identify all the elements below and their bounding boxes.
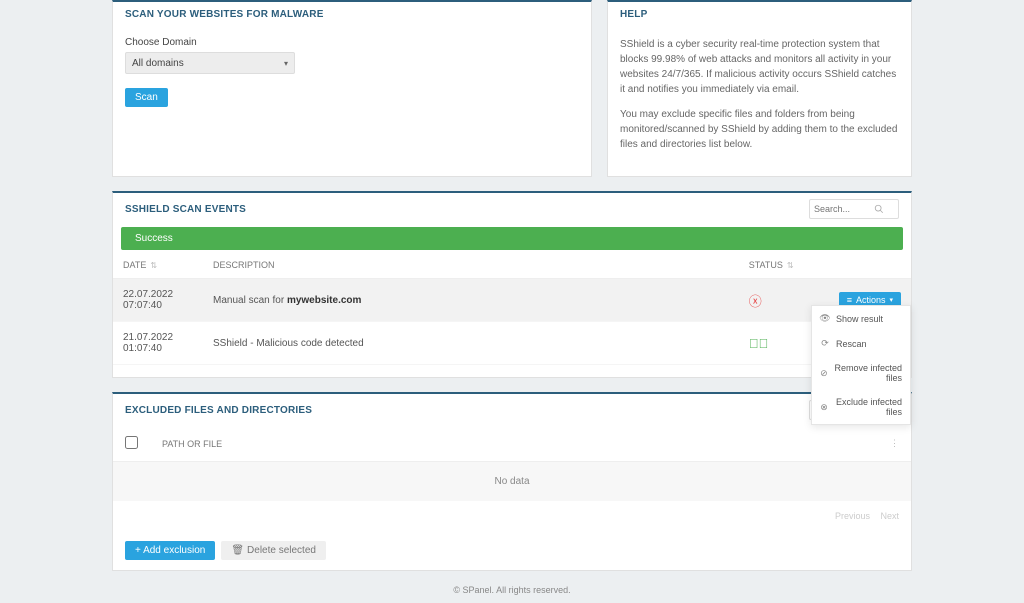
col-status[interactable]: STATUS (749, 260, 783, 270)
col-date[interactable]: DATE (123, 260, 146, 270)
eye-icon: 👁 (820, 313, 830, 324)
events-search[interactable] (809, 199, 899, 219)
trash-icon: 🗑 (231, 545, 244, 556)
caret-down-icon: ▾ (284, 59, 288, 68)
scan-panel-title: SCAN YOUR WEBSITES FOR MALWARE (113, 2, 591, 27)
help-text-2: You may exclude specific files and folde… (620, 107, 899, 152)
actions-dropdown: 👁 Show result ⟳ Rescan ⊘ Remove infected… (811, 305, 911, 425)
col-path[interactable]: PATH OR FILE (162, 439, 222, 449)
add-exclusion-button[interactable]: + Add exclusion (125, 541, 215, 560)
prev-page[interactable]: Previous (835, 511, 870, 521)
remove-icon: ⊘ (820, 368, 828, 379)
next-page[interactable]: Next (880, 511, 899, 521)
events-title: SSHIELD SCAN EVENTS (125, 204, 246, 215)
caret-down-icon: ▾ (889, 296, 893, 304)
list-icon: ≡ (847, 295, 852, 305)
delete-selected-button[interactable]: 🗑Delete selected (221, 541, 326, 560)
excluded-table: PATH OR FILE ⋮ (113, 426, 911, 462)
success-banner: Success (121, 227, 903, 250)
pagination: Previous Next (113, 501, 911, 531)
footer-text: © SPanel. All rights reserved. (112, 571, 912, 603)
help-panel: HELP SShield is a cyber security real-ti… (607, 0, 912, 177)
dropdown-exclude[interactable]: ⊗ Exclude infected files (812, 390, 910, 424)
events-table: DATE⇅ DESCRIPTION STATUS⇅ 22.07.2022 07:… (113, 252, 911, 365)
exclude-icon: ⊗ (820, 402, 828, 413)
dropdown-show-result[interactable]: 👁 Show result (812, 306, 910, 331)
status-ok-icon: ✓⃝ (749, 336, 769, 351)
cell-date: 22.07.2022 07:07:40 (113, 279, 203, 322)
sort-icon: ⇅ (783, 261, 794, 270)
events-search-input[interactable] (814, 204, 874, 214)
domain-select-value: All domains (132, 58, 184, 69)
col-actions-placeholder: ⋮ (878, 426, 911, 462)
domain-select[interactable]: All domains ▾ (125, 52, 295, 74)
select-all-checkbox[interactable] (125, 436, 138, 449)
excluded-panel: EXCLUDED FILES AND DIRECTORIES PATH OR F… (112, 392, 912, 571)
cell-desc: SShield - Malicious code detected (203, 322, 739, 365)
scan-panel: SCAN YOUR WEBSITES FOR MALWARE Choose Do… (112, 0, 592, 177)
scan-button[interactable]: Scan (125, 88, 168, 107)
cell-date: 21.07.2022 01:07:40 (113, 322, 203, 365)
cell-desc: Manual scan for mywebsite.com (203, 279, 739, 322)
nodata-text: No data (113, 462, 911, 501)
search-icon (874, 204, 884, 214)
dropdown-rescan[interactable]: ⟳ Rescan (812, 331, 910, 356)
refresh-icon: ⟳ (820, 338, 830, 349)
table-row: 21.07.2022 01:07:40 SShield - Malicious … (113, 322, 911, 365)
excluded-title: EXCLUDED FILES AND DIRECTORIES (125, 405, 312, 416)
help-text-1: SShield is a cyber security real-time pr… (620, 37, 899, 97)
help-panel-title: HELP (608, 2, 911, 27)
table-row: 22.07.2022 07:07:40 Manual scan for mywe… (113, 279, 911, 322)
choose-domain-label: Choose Domain (125, 37, 579, 48)
status-fail-icon: ⓧ (749, 294, 762, 309)
scan-events-panel: SSHIELD SCAN EVENTS Success DATE⇅ DESCRI… (112, 191, 912, 378)
dropdown-remove[interactable]: ⊘ Remove infected files (812, 356, 910, 390)
sort-icon: ⇅ (146, 261, 157, 270)
col-desc[interactable]: DESCRIPTION (213, 260, 275, 270)
